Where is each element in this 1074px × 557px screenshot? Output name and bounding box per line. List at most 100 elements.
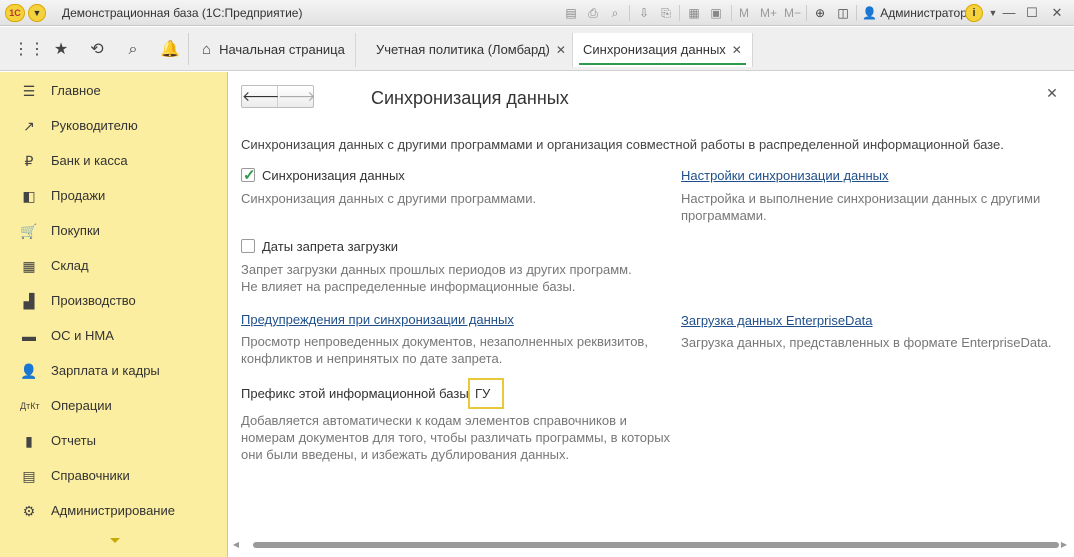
- scroll-right-icon[interactable]: ▶: [1059, 539, 1069, 551]
- lock-dates-desc-2: Не влияет на распределенные информационн…: [241, 279, 576, 294]
- sidebar-item-assets[interactable]: ▬ ОС и НМА: [0, 318, 226, 353]
- sidebar-item-purchases[interactable]: 🛒 Покупки: [0, 213, 226, 248]
- close-icon[interactable]: ✕: [1045, 85, 1059, 101]
- favorites-star-icon[interactable]: ★: [50, 39, 72, 61]
- history-icon[interactable]: ⟲: [86, 39, 108, 61]
- sidebar-item-manager[interactable]: ↗ Руководителю: [0, 108, 226, 143]
- scrollbar-thumb[interactable]: [253, 542, 1059, 548]
- maximize-button[interactable]: ☐: [1023, 4, 1041, 22]
- sidebar-item-bank[interactable]: ₽ Банк и касса: [0, 143, 226, 178]
- sidebar-item-sales[interactable]: ◧ Продажи: [0, 178, 226, 213]
- sidebar-item-administration[interactable]: ⚙ Администрирование: [0, 493, 226, 528]
- sidebar-item-label: Покупки: [51, 223, 100, 238]
- sidebar-item-label: ОС и НМА: [51, 328, 114, 343]
- checkbox-box[interactable]: ✓: [241, 167, 256, 184]
- sidebar-item-label: Справочники: [51, 468, 130, 483]
- close-window-button[interactable]: ✕: [1048, 4, 1066, 22]
- horizontal-scrollbar[interactable]: ◀ ▶: [231, 539, 1071, 551]
- memory-button[interactable]: M: [739, 6, 749, 20]
- sync-warnings-link[interactable]: Предупреждения при синхронизации данных: [241, 312, 514, 327]
- sidebar-item-payroll[interactable]: 👤 Зарплата и кадры: [0, 353, 226, 388]
- download-icon[interactable]: ⇩: [636, 5, 652, 21]
- window-title: Демонстрационная база (1С:Предприятие): [62, 6, 303, 20]
- apps-grid-icon[interactable]: ⋮⋮: [13, 39, 45, 61]
- memory-plus-button[interactable]: M+: [760, 6, 777, 20]
- sections-sidebar: ☰ Главное ↗ Руководителю ₽ Банк и касса …: [0, 72, 228, 557]
- main-menu-button[interactable]: ▼: [28, 4, 46, 22]
- tab-sync[interactable]: Синхронизация данных ✕: [572, 33, 753, 67]
- info-icon[interactable]: i: [965, 4, 983, 22]
- sync-form: 🡐 🡒 Синхронизация данных ✕ Синхронизация…: [229, 72, 1074, 557]
- page-title: Синхронизация данных: [371, 88, 569, 108]
- navigation-buttons: 🡐 🡒: [241, 85, 316, 108]
- sidebar-scroll-down-icon[interactable]: [110, 538, 120, 543]
- sidebar-item-main[interactable]: ☰ Главное: [0, 73, 226, 108]
- title-bar: 1С ▼ Демонстрационная база (1С:Предприят…: [0, 0, 1074, 26]
- menu-icon: ☰: [22, 83, 36, 99]
- sidebar-item-warehouse[interactable]: ▦ Склад: [0, 248, 226, 283]
- save-icon[interactable]: ▤: [563, 5, 579, 21]
- book-icon: ▤: [22, 468, 36, 484]
- sidebar-item-label: Администрирование: [51, 503, 175, 518]
- sidebar-item-production[interactable]: ▟ Производство: [0, 283, 226, 318]
- sidebar-item-label: Производство: [51, 293, 136, 308]
- trend-icon: ↗: [23, 118, 35, 134]
- sidebar-item-operations[interactable]: ДтКт Операции: [0, 388, 226, 423]
- sync-settings-desc-2: программами.: [681, 208, 767, 223]
- gear-icon: ⚙: [22, 503, 36, 519]
- sidebar-item-label: Зарплата и кадры: [51, 363, 160, 378]
- sync-settings-link[interactable]: Настройки синхронизации данных: [681, 168, 889, 183]
- attach-icon[interactable]: ⎘: [658, 5, 674, 21]
- memory-minus-button[interactable]: M−: [784, 6, 801, 20]
- tab-accounting-policy[interactable]: Учетная политика (Ломбард) ✕: [366, 33, 577, 67]
- app-logo-icon[interactable]: 1С: [5, 4, 25, 22]
- print-icon[interactable]: ⎙: [585, 5, 601, 21]
- tab-sync-label: Синхронизация данных: [583, 42, 726, 57]
- sync-warnings-desc-2: конфликтов и непринятых по дате запрета.: [241, 351, 503, 366]
- calculator-icon[interactable]: ▦: [686, 5, 702, 21]
- forward-arrow-icon[interactable]: 🡒: [278, 86, 316, 107]
- sidebar-item-label: Склад: [51, 258, 89, 273]
- sidebar-item-label: Операции: [51, 398, 112, 413]
- person-icon: 👤: [20, 363, 38, 379]
- zoom-icon[interactable]: ⊕: [812, 5, 828, 21]
- user-menu[interactable]: 👤 Администратор: [862, 6, 967, 20]
- sync-desc: Синхронизация данных с другими программа…: [241, 191, 537, 206]
- bag-icon: ◧: [22, 188, 36, 204]
- sidebar-item-label: Продажи: [51, 188, 106, 203]
- prefix-input[interactable]: [468, 378, 504, 409]
- panel-icon[interactable]: ◫: [835, 5, 851, 21]
- minimize-button[interactable]: —: [1000, 4, 1018, 22]
- checkbox-box[interactable]: [241, 239, 255, 253]
- chart-icon: ▮: [25, 433, 33, 449]
- debit-credit-icon: ДтКт: [20, 401, 40, 411]
- factory-icon: ▟: [23, 293, 35, 309]
- prefix-desc-2: номерам документов для того, чтобы разли…: [241, 430, 671, 445]
- close-icon[interactable]: ✕: [556, 43, 566, 57]
- sync-warnings-desc-1: Просмотр непроведенных документов, незап…: [241, 334, 648, 349]
- enterprise-data-link[interactable]: Загрузка данных EnterpriseData: [681, 313, 873, 328]
- sidebar-item-label: Банк и касса: [51, 153, 128, 168]
- ruble-icon: ₽: [24, 153, 34, 169]
- calendar-icon[interactable]: ▣: [708, 5, 724, 21]
- lock-dates-label: Даты запрета загрузки: [262, 239, 398, 254]
- preview-icon[interactable]: ⌕: [607, 5, 623, 21]
- search-icon[interactable]: ⌕: [122, 39, 144, 61]
- back-arrow-icon[interactable]: 🡐: [242, 86, 280, 107]
- tab-home-label: Начальная страница: [219, 42, 345, 57]
- sidebar-item-reports[interactable]: ▮ Отчеты: [0, 423, 226, 458]
- scroll-left-icon[interactable]: ◀: [231, 539, 241, 551]
- tab-home[interactable]: ⌂ Начальная страница: [192, 33, 356, 67]
- enterprise-data-desc: Загрузка данных, представленных в формат…: [681, 335, 1052, 350]
- user-name: Администратор: [880, 6, 967, 20]
- tabs-bar: ⋮⋮ ★ ⟲ ⌕ 🔔 ⌂ Начальная страница Учетная п…: [0, 27, 1074, 71]
- bell-icon[interactable]: 🔔: [159, 39, 181, 61]
- sidebar-item-directories[interactable]: ▤ Справочники: [0, 458, 226, 493]
- close-icon[interactable]: ✕: [732, 43, 742, 57]
- intro-text: Синхронизация данных с другими программа…: [241, 137, 1004, 152]
- prefix-desc-1: Добавляется автоматически к кодам элемен…: [241, 413, 627, 428]
- sync-checkbox-label: Синхронизация данных: [262, 168, 405, 183]
- sidebar-item-label: Главное: [51, 83, 101, 98]
- prefix-desc-3: они были введены, и избежать дублировани…: [241, 447, 570, 462]
- lock-dates-desc-1: Запрет загрузки данных прошлых периодов …: [241, 262, 632, 277]
